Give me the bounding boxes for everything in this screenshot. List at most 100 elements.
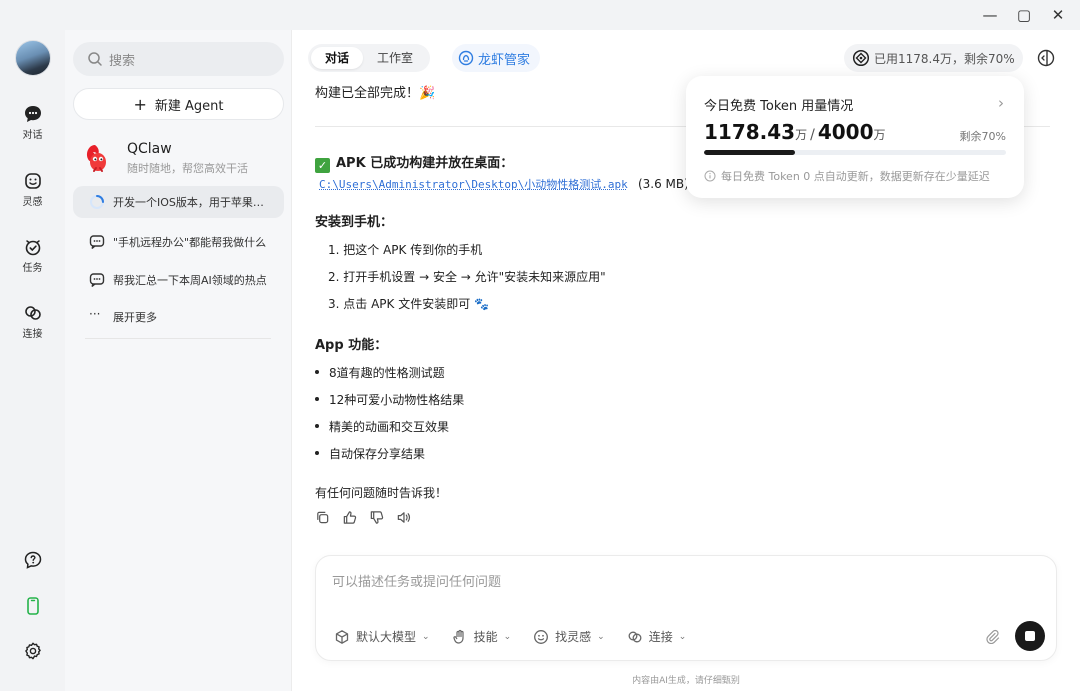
inspiration-label: 找灵感 bbox=[555, 630, 592, 644]
usage-text: 已用1178.4万，剩余70% bbox=[874, 51, 1015, 66]
token-popup-title: 今日免费 Token 用量情况 bbox=[704, 99, 854, 114]
stop-icon bbox=[1025, 631, 1035, 641]
rail-label-connect: 连接 bbox=[22, 329, 43, 340]
speaker-icon[interactable] bbox=[396, 510, 411, 525]
rail-label-chat: 对话 bbox=[22, 130, 43, 141]
connect-label: 连接 bbox=[648, 630, 673, 644]
feature-text: 8道有趣的性格测试题 bbox=[329, 366, 445, 380]
chat-bubble-icon bbox=[89, 235, 105, 249]
loading-icon bbox=[90, 195, 104, 209]
install-step: 1. 把这个 APK 传到你的手机 bbox=[328, 243, 483, 257]
expand-more-label: 展开更多 bbox=[113, 311, 157, 324]
minimize-icon[interactable]: — bbox=[982, 6, 998, 24]
conversation-item[interactable]: "手机远程办公"都能帮我做什么 bbox=[73, 226, 284, 258]
rail-label-tasks: 任务 bbox=[22, 263, 43, 274]
link-icon bbox=[628, 631, 642, 642]
composer-tools: 默认大模型 ⌄ 技能 ⌄ 找灵感 ⌄ 连接 ⌄ bbox=[334, 628, 686, 645]
info-icon bbox=[704, 170, 716, 182]
install-step: 2. 打开手机设置 → 安全 → 允许"安装未知来源应用" bbox=[328, 270, 606, 284]
close-icon[interactable]: ✕ bbox=[1050, 6, 1066, 24]
chevron-down-icon: ⌄ bbox=[678, 631, 687, 642]
search-placeholder: 搜索 bbox=[109, 53, 136, 69]
conversation-item-active[interactable]: 开发一个IOS版本，用于苹果手机 bbox=[73, 186, 284, 218]
closing-line: 有任何问题随时告诉我！ bbox=[315, 486, 448, 500]
token-usage-value: 1178.43万/4000万 bbox=[704, 120, 886, 144]
chevron-down-icon: ⌄ bbox=[597, 631, 605, 642]
tab-studio[interactable]: 工作室 bbox=[363, 47, 427, 69]
feature-text: 12种可爱小动物性格结果 bbox=[329, 393, 465, 407]
chat-icon bbox=[24, 106, 41, 122]
rail-item-connect[interactable]: 连接 bbox=[0, 303, 65, 340]
search-icon bbox=[88, 52, 102, 66]
usage-pill[interactable]: 已用1178.4万，剩余70% bbox=[844, 44, 1023, 72]
feature-item: 自动保存分享结果 bbox=[315, 445, 425, 462]
token-progress-bar bbox=[704, 150, 1006, 155]
feature-item: 精美的动画和交互效果 bbox=[315, 418, 449, 435]
conversation-title: 开发一个IOS版本，用于苹果手机 bbox=[113, 196, 273, 209]
smile-icon bbox=[534, 629, 549, 644]
stop-button[interactable] bbox=[1015, 621, 1045, 651]
maximize-icon[interactable]: ▢ bbox=[1016, 6, 1032, 24]
conversation-item[interactable]: 帮我汇总一下本周AI领域的热点 bbox=[73, 264, 284, 296]
model-label: 默认大模型 bbox=[356, 630, 417, 644]
completion-line: 构建已全部完成！🎉 bbox=[315, 86, 436, 101]
features-heading: App 功能： bbox=[315, 338, 388, 353]
token-total: 4000 bbox=[817, 120, 874, 144]
apk-path-link[interactable]: C:\Users\Administrator\Desktop\小动物性格测试.a… bbox=[319, 178, 628, 191]
search-input[interactable]: 搜索 bbox=[73, 42, 284, 76]
token-icon bbox=[852, 49, 870, 67]
qclaw-logo-icon bbox=[86, 145, 106, 172]
feature-text: 自动保存分享结果 bbox=[329, 447, 426, 461]
help-icon bbox=[24, 551, 41, 569]
apk-heading-text: APK 已成功构建并放在桌面： bbox=[336, 156, 514, 171]
settings-icon bbox=[24, 642, 41, 660]
help-button[interactable] bbox=[0, 550, 65, 574]
qclaw-name: QClaw bbox=[127, 140, 172, 157]
left-rail: 对话 灵感 任务 连接 bbox=[0, 0, 65, 691]
settings-button[interactable] bbox=[0, 641, 65, 665]
smile-icon bbox=[24, 173, 41, 189]
skills-label: 技能 bbox=[473, 630, 498, 644]
composer: 可以描述任务或提问任何问题 默认大模型 ⌄ 技能 ⌄ 找灵感 ⌄ 连接 ⌄ bbox=[315, 555, 1057, 661]
thumbs-down-icon[interactable] bbox=[369, 510, 384, 525]
sidebar-toggle-icon[interactable] bbox=[1036, 48, 1056, 68]
token-remain: 剩余70% bbox=[959, 130, 1006, 143]
conversation-title: "手机远程办公"都能帮我做什么 bbox=[113, 236, 267, 249]
phone-button[interactable] bbox=[0, 596, 65, 620]
feature-item: 12种可爱小动物性格结果 bbox=[315, 391, 464, 408]
qclaw-agent[interactable]: QClaw 随时随地，帮您高效干活 bbox=[73, 132, 284, 184]
phone-icon bbox=[26, 597, 39, 615]
copy-icon[interactable] bbox=[315, 510, 330, 525]
ellipsis-icon: ··· bbox=[89, 307, 101, 321]
connect-selector[interactable]: 连接 ⌄ bbox=[627, 628, 687, 645]
token-used: 1178.43 bbox=[704, 120, 796, 144]
qclaw-desc: 随时随地，帮您高效干活 bbox=[127, 161, 248, 175]
rail-item-inspiration[interactable]: 灵感 bbox=[0, 171, 65, 208]
chat-bubble-icon bbox=[89, 273, 105, 287]
token-progress-fill bbox=[704, 150, 795, 155]
new-agent-button[interactable]: + 新建 Agent bbox=[73, 88, 284, 120]
link-icon bbox=[24, 306, 41, 320]
chevron-right-icon[interactable]: › bbox=[998, 94, 1004, 112]
cube-icon bbox=[335, 629, 349, 644]
skills-selector[interactable]: 技能 ⌄ bbox=[452, 628, 511, 645]
check-icon: ✓ bbox=[315, 158, 330, 173]
composer-input[interactable]: 可以描述任务或提问任何问题 bbox=[332, 571, 501, 590]
thumbs-up-icon[interactable] bbox=[342, 510, 357, 525]
attachment-icon[interactable] bbox=[984, 628, 1000, 644]
apk-path-line: C:\Users\Administrator\Desktop\小动物性格测试.a… bbox=[319, 176, 689, 192]
tab-chat[interactable]: 对话 bbox=[311, 47, 364, 69]
model-selector[interactable]: 默认大模型 ⌄ bbox=[334, 628, 430, 645]
chevron-down-icon: ⌄ bbox=[422, 631, 430, 642]
sidebar: 搜索 + 新建 Agent QClaw 随时随地，帮您高效干活 开发一个IOS版… bbox=[65, 30, 292, 691]
apk-heading: ✓ APK 已成功构建并放在桌面： bbox=[315, 152, 513, 173]
feature-text: 精美的动画和交互效果 bbox=[329, 420, 450, 434]
assistant-badge[interactable]: 龙虾管家 bbox=[452, 44, 541, 72]
inspiration-selector[interactable]: 找灵感 ⌄ bbox=[533, 628, 605, 645]
rail-item-chat[interactable]: 对话 bbox=[0, 104, 65, 141]
rail-item-tasks[interactable]: 任务 bbox=[0, 237, 65, 274]
expand-more-button[interactable]: ··· 展开更多 bbox=[73, 301, 284, 333]
assistant-name: 龙虾管家 bbox=[478, 52, 531, 68]
avatar[interactable] bbox=[15, 40, 51, 76]
hand-icon bbox=[452, 629, 464, 644]
